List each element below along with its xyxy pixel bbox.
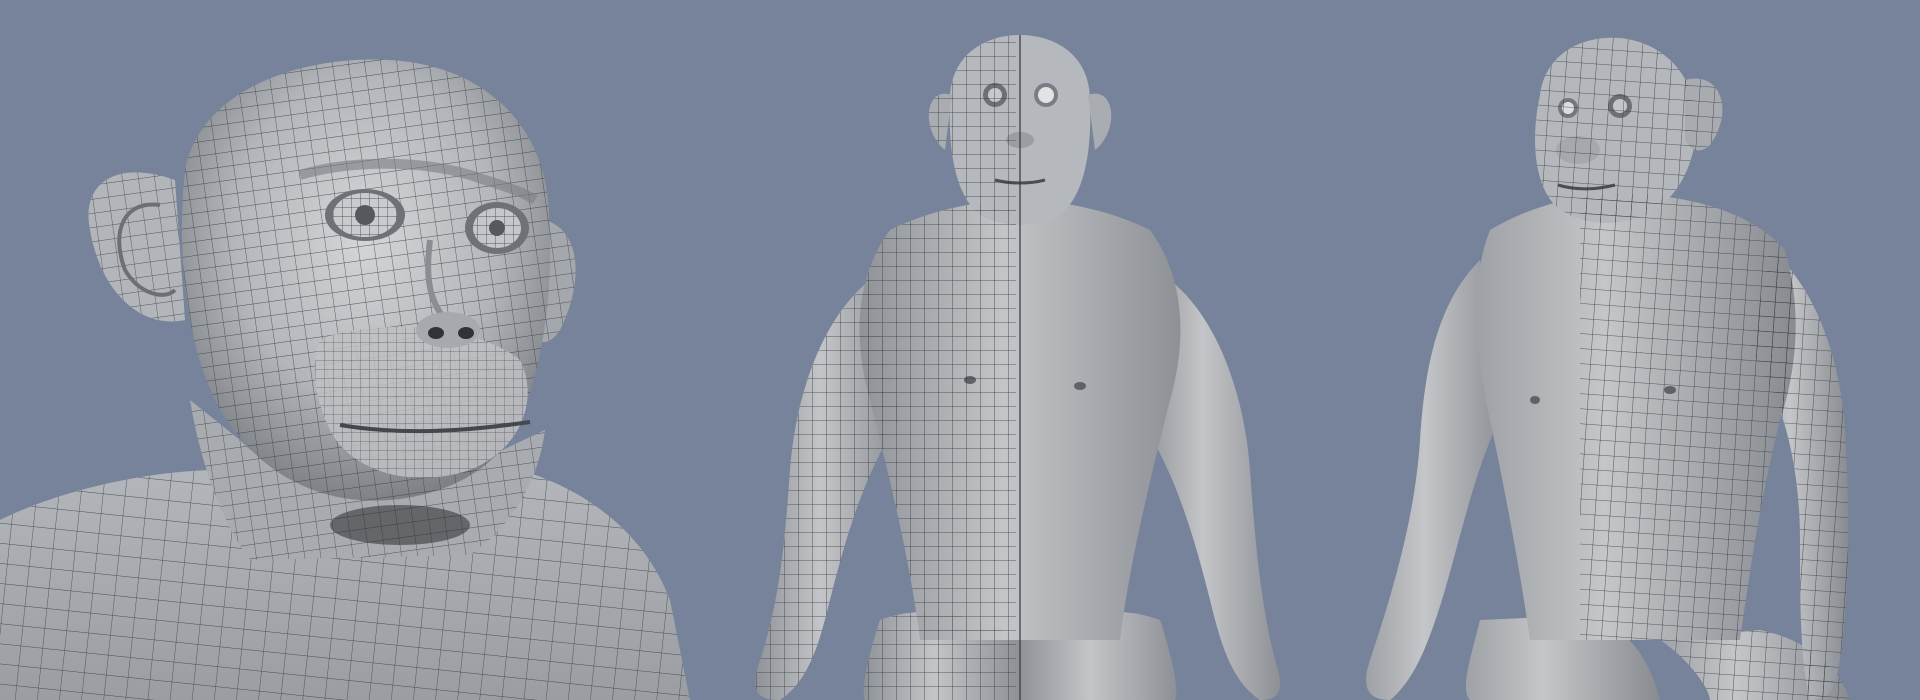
threequarter-ear-wireframe xyxy=(1685,78,1723,151)
bust-left-eye xyxy=(325,189,405,241)
bust-head xyxy=(181,59,551,501)
threequarter-head-wireframe xyxy=(1535,37,1696,223)
front-full-render xyxy=(755,35,1280,700)
bust-left-ear xyxy=(88,172,185,322)
head-closeup-render xyxy=(0,59,690,700)
bust-right-eye xyxy=(465,202,529,254)
three-quarter-render xyxy=(1366,37,1850,700)
turntable-render-stage xyxy=(0,0,1920,700)
